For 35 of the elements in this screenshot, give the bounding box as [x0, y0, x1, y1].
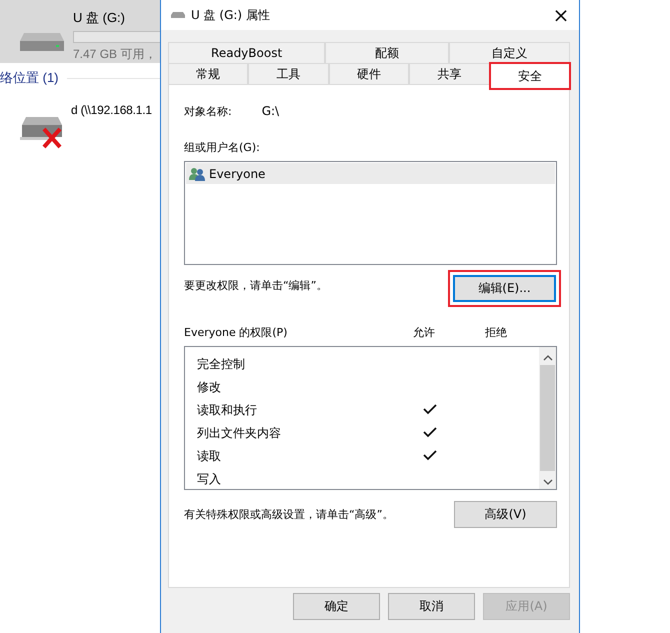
tab[interactable]: 自定义: [448, 42, 570, 63]
groups-list[interactable]: Everyone: [184, 161, 557, 265]
advanced-button[interactable]: 高级(V): [454, 501, 557, 528]
drive-row[interactable]: U 盘 (G:) 7.47 GB 可用，: [0, 0, 160, 63]
window-title: U 盘 (G:) 属性: [191, 6, 271, 24]
advanced-hint: 有关特殊权限或高级设置，请单击“高级”。: [184, 507, 394, 522]
tab[interactable]: 共享: [409, 63, 490, 84]
groups-label: 组或用户名(G):: [184, 140, 261, 155]
group-item[interactable]: Everyone: [186, 163, 555, 184]
close-button[interactable]: ×: [543, 0, 579, 30]
permission-name: 读取: [197, 448, 222, 465]
column-header: 允许: [413, 325, 436, 340]
tab[interactable]: 硬件: [328, 63, 410, 84]
permission-name: 修改: [197, 379, 222, 396]
tab[interactable]: 工具: [248, 63, 329, 84]
permissions-label: Everyone 的权限(P): [184, 325, 288, 340]
object-name-label: 对象名称:: [184, 104, 232, 119]
permission-name: 列出文件夹内容: [197, 425, 282, 442]
column-header: 拒绝: [485, 325, 508, 340]
dialog-button[interactable]: 确定: [293, 593, 380, 620]
object-name-value: G:\: [262, 104, 280, 119]
tab[interactable]: 常规: [168, 63, 248, 84]
network-drive-name[interactable]: d (\\192.168.1.1: [71, 103, 152, 117]
section-header[interactable]: 络位置 (1): [0, 69, 58, 87]
tab[interactable]: ReadyBoost: [168, 42, 326, 63]
permission-name: 读取和执行: [197, 402, 258, 419]
permission-name: 完全控制: [197, 356, 246, 373]
edit-hint: 要更改权限，请单击“编辑”。: [184, 278, 328, 293]
dialog-button[interactable]: 取消: [388, 593, 475, 620]
permission-name: 写入: [197, 471, 222, 488]
free-space-text: 7.47 GB 可用，: [73, 46, 158, 63]
drive-name: U 盘 (G:): [73, 9, 126, 27]
edit-button[interactable]: 编辑(E)...: [453, 275, 556, 302]
tab[interactable]: 安全: [490, 63, 570, 89]
tab[interactable]: 配额: [325, 42, 449, 63]
